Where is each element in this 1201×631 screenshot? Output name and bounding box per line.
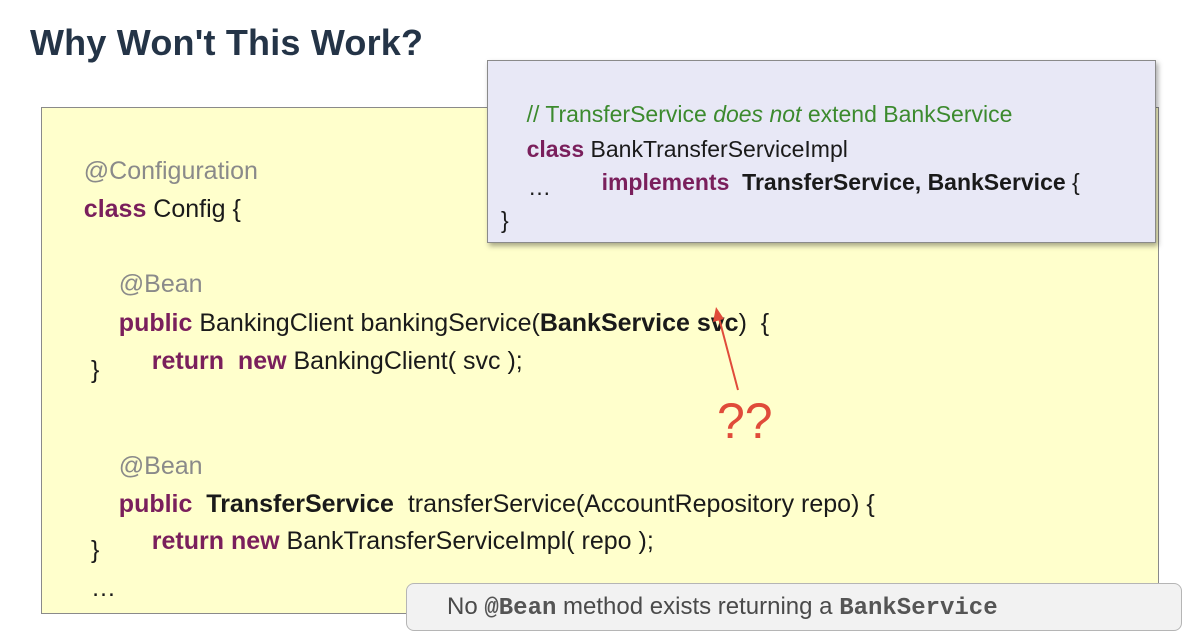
question-marks: ?? [717, 393, 773, 449]
impl-implements-line: implements TransferService, BankService … [601, 169, 1080, 195]
impl-closing-brace: } [501, 207, 509, 233]
note-text: No @Bean method exists returning a BankS… [447, 593, 998, 622]
note-callout: No @Bean method exists returning a BankS… [406, 583, 1182, 631]
impl-ellipsis: … [528, 174, 551, 200]
impl-code-block: // TransferService does not extend BankS… [487, 60, 1156, 243]
